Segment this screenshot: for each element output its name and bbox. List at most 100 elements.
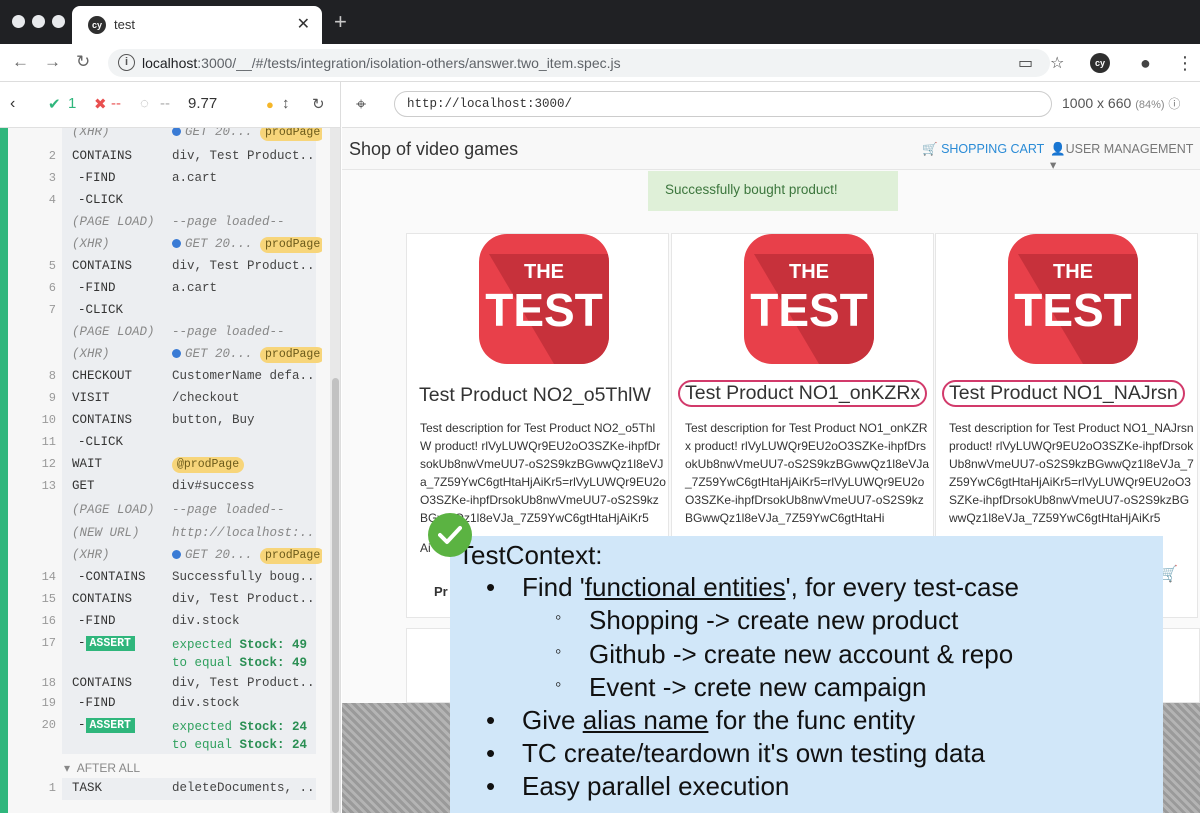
svg-text:TEST: TEST	[485, 284, 603, 336]
command-name: GET	[72, 479, 95, 493]
command-name: (XHR)	[72, 128, 110, 139]
back-arrow-icon[interactable]: ←	[12, 52, 29, 72]
assert-badge: ASSERT	[85, 636, 135, 651]
bookmark-star-icon[interactable]: ☆	[1050, 53, 1064, 73]
xhr-dot-icon	[172, 239, 181, 248]
command-message: GET 20... prodPage	[172, 347, 322, 363]
command-row[interactable]: 6 -FIND a.cart	[49, 278, 316, 300]
product-description: Test description for Test Product NO1_on…	[685, 421, 930, 525]
command-row[interactable]: 12 WAIT @prodPage	[42, 454, 316, 476]
user-management-link[interactable]: 👤USER MANAGEMENT ▾	[1050, 142, 1200, 172]
command-message: div, Test Product...	[172, 259, 316, 273]
aut-url[interactable]: http://localhost:3000/	[394, 91, 1052, 117]
command-message: Successfully boug...	[172, 570, 316, 584]
command-number: 8	[48, 369, 56, 383]
aut-header: ⌖ http://localhost:3000/ 1000 x 660 (84%…	[342, 82, 1200, 128]
forward-arrow-icon[interactable]: →	[44, 52, 61, 72]
auto-scroll-icon[interactable]: ↕	[282, 95, 290, 112]
command-name: CONTAINS	[72, 413, 133, 427]
command-number: 5	[48, 259, 56, 273]
command-message: div, Test Product...	[172, 676, 316, 690]
command-row[interactable]: 9 VISIT/checkout	[49, 388, 316, 410]
after-all-command[interactable]: 1 TASK deleteDocuments, ...	[49, 778, 316, 800]
command-number: 7	[48, 303, 56, 317]
command-row[interactable]: (XHR) GET 20... prodPage	[62, 234, 322, 256]
url-path: :3000/__/#/tests/integration/isolation-o…	[197, 55, 621, 71]
command-row[interactable]: 19 -FIND div.stock	[42, 693, 316, 715]
selector-playground-icon[interactable]: ⌖	[356, 94, 366, 115]
xhr-dot-icon	[172, 128, 181, 136]
bullet-alias-name: • Give alias name for the func entity	[486, 705, 916, 735]
passed-status-bar	[0, 128, 8, 813]
command-message: a.cart	[172, 281, 218, 295]
command-row[interactable]: (PAGE LOAD) --page loaded--	[62, 212, 316, 234]
command-row[interactable]: 7 -CLICK	[49, 300, 316, 322]
command-row[interactable]: 17 - ASSERT expected Stock: 49 to equal Stoc…	[42, 633, 316, 673]
command-log: (XHR) GET 20... prodPage 2 CONTAINS div, Tes…	[0, 128, 341, 813]
command-name: CHECKOUT	[72, 369, 133, 383]
product-name[interactable]: Test Product NO2_o5ThlW	[419, 384, 651, 407]
command-row[interactable]: 20 - ASSERT expected Stock: 24 to equal Stoc…	[42, 715, 316, 755]
url-host: localhost	[142, 55, 198, 71]
command-row[interactable]: 5 CONTAINS div, Test Product...	[49, 256, 316, 278]
command-row[interactable]: 4 -CLICK	[49, 190, 316, 212]
alias-badge: prodPage	[260, 548, 322, 564]
browser-tab-strip: cy test ✕ +	[0, 0, 1200, 44]
menu-kebab-icon[interactable]: ⋮	[1176, 53, 1194, 74]
command-name: (PAGE LOAD)	[72, 325, 155, 339]
command-row[interactable]: 15 CONTAINS div, Test Product...	[42, 589, 316, 611]
command-name: (PAGE LOAD)	[72, 215, 155, 229]
command-message: GET 20... prodPage	[172, 548, 322, 564]
command-row[interactable]: (PAGE LOAD) --page loaded--	[62, 500, 316, 522]
after-all-hook[interactable]: ▾ AFTER ALL	[64, 761, 140, 775]
command-number: 10	[41, 413, 56, 427]
xhr-dot-icon	[172, 349, 181, 358]
command-number: 12	[41, 457, 56, 471]
new-tab-icon[interactable]: +	[334, 9, 347, 35]
command-row[interactable]: (NEW URL) http://localhost:...	[62, 523, 316, 545]
command-row[interactable]: (XHR) GET 20... prodPage	[62, 545, 322, 567]
window-close-dot[interactable]	[12, 15, 25, 28]
command-row[interactable]: 13 GET div#success	[42, 476, 316, 498]
command-name: CONTAINS	[72, 592, 133, 606]
product-name[interactable]: Test Product NO1_onKZRx	[678, 380, 928, 407]
url-omnibox[interactable]: i localhost:3000/__/#/tests/integration/…	[108, 49, 1050, 77]
command-row[interactable]: 14 -CONTAINS Successfully boug...	[42, 567, 316, 589]
command-row[interactable]: 11 -CLICK	[42, 432, 316, 454]
command-name: CONTAINS	[72, 676, 133, 690]
command-row[interactable]: 2 CONTAINS div, Test Product...	[49, 146, 316, 168]
command-row[interactable]: 8 CHECKOUT CustomerName defa...	[49, 366, 316, 388]
reader-mode-icon[interactable]: ▭	[1018, 53, 1033, 73]
window-maximize-dot[interactable]	[52, 15, 65, 28]
browser-tab[interactable]: cy test ✕	[72, 6, 322, 44]
command-row[interactable]: (XHR) GET 20... prodPage	[62, 344, 322, 366]
scrollbar-thumb[interactable]	[332, 378, 339, 813]
command-row[interactable]: 18 CONTAINS div, Test Product...	[42, 673, 316, 695]
shopping-cart-link[interactable]: 🛒 SHOPPING CART	[922, 142, 1044, 157]
collapse-chevron-icon[interactable]: ‹	[10, 95, 15, 113]
the-test-logo-icon: THE TEST	[1008, 234, 1138, 364]
command-name: (XHR)	[72, 237, 110, 251]
command-row[interactable]: (PAGE LOAD) --page loaded--	[62, 322, 316, 344]
site-info-icon[interactable]: i	[118, 54, 135, 71]
command-number: 14	[41, 570, 56, 584]
viewport-info-icon[interactable]: ⓘ	[1168, 97, 1180, 111]
rerun-icon[interactable]: ↻	[312, 95, 325, 113]
cypress-extension-icon[interactable]: cy	[1090, 53, 1110, 73]
pending-circle-icon: ◌	[140, 95, 149, 112]
profile-avatar-icon[interactable]: ●	[1140, 53, 1151, 74]
product-name[interactable]: Test Product NO1_NAJrsn	[942, 380, 1185, 407]
shop-title[interactable]: Shop of video games	[349, 139, 518, 160]
tab-close-icon[interactable]: ✕	[297, 14, 310, 34]
command-row[interactable]: (XHR) GET 20... prodPage	[62, 128, 322, 144]
command-number: 18	[41, 676, 56, 690]
command-row[interactable]: 10 CONTAINS button, Buy	[42, 410, 316, 432]
bullet-teardown: • TC create/teardown it's own testing dat…	[486, 738, 986, 768]
command-row[interactable]: 3 -FIND a.cart	[49, 168, 316, 190]
reporter-scrollbar[interactable]	[330, 128, 340, 813]
command-name: -CLICK	[78, 435, 124, 449]
window-minimize-dot[interactable]	[32, 15, 45, 28]
reload-icon[interactable]: ↻	[76, 52, 90, 72]
command-row[interactable]: 16 -FIND div.stock	[42, 611, 316, 633]
command-name: WAIT	[72, 457, 103, 471]
